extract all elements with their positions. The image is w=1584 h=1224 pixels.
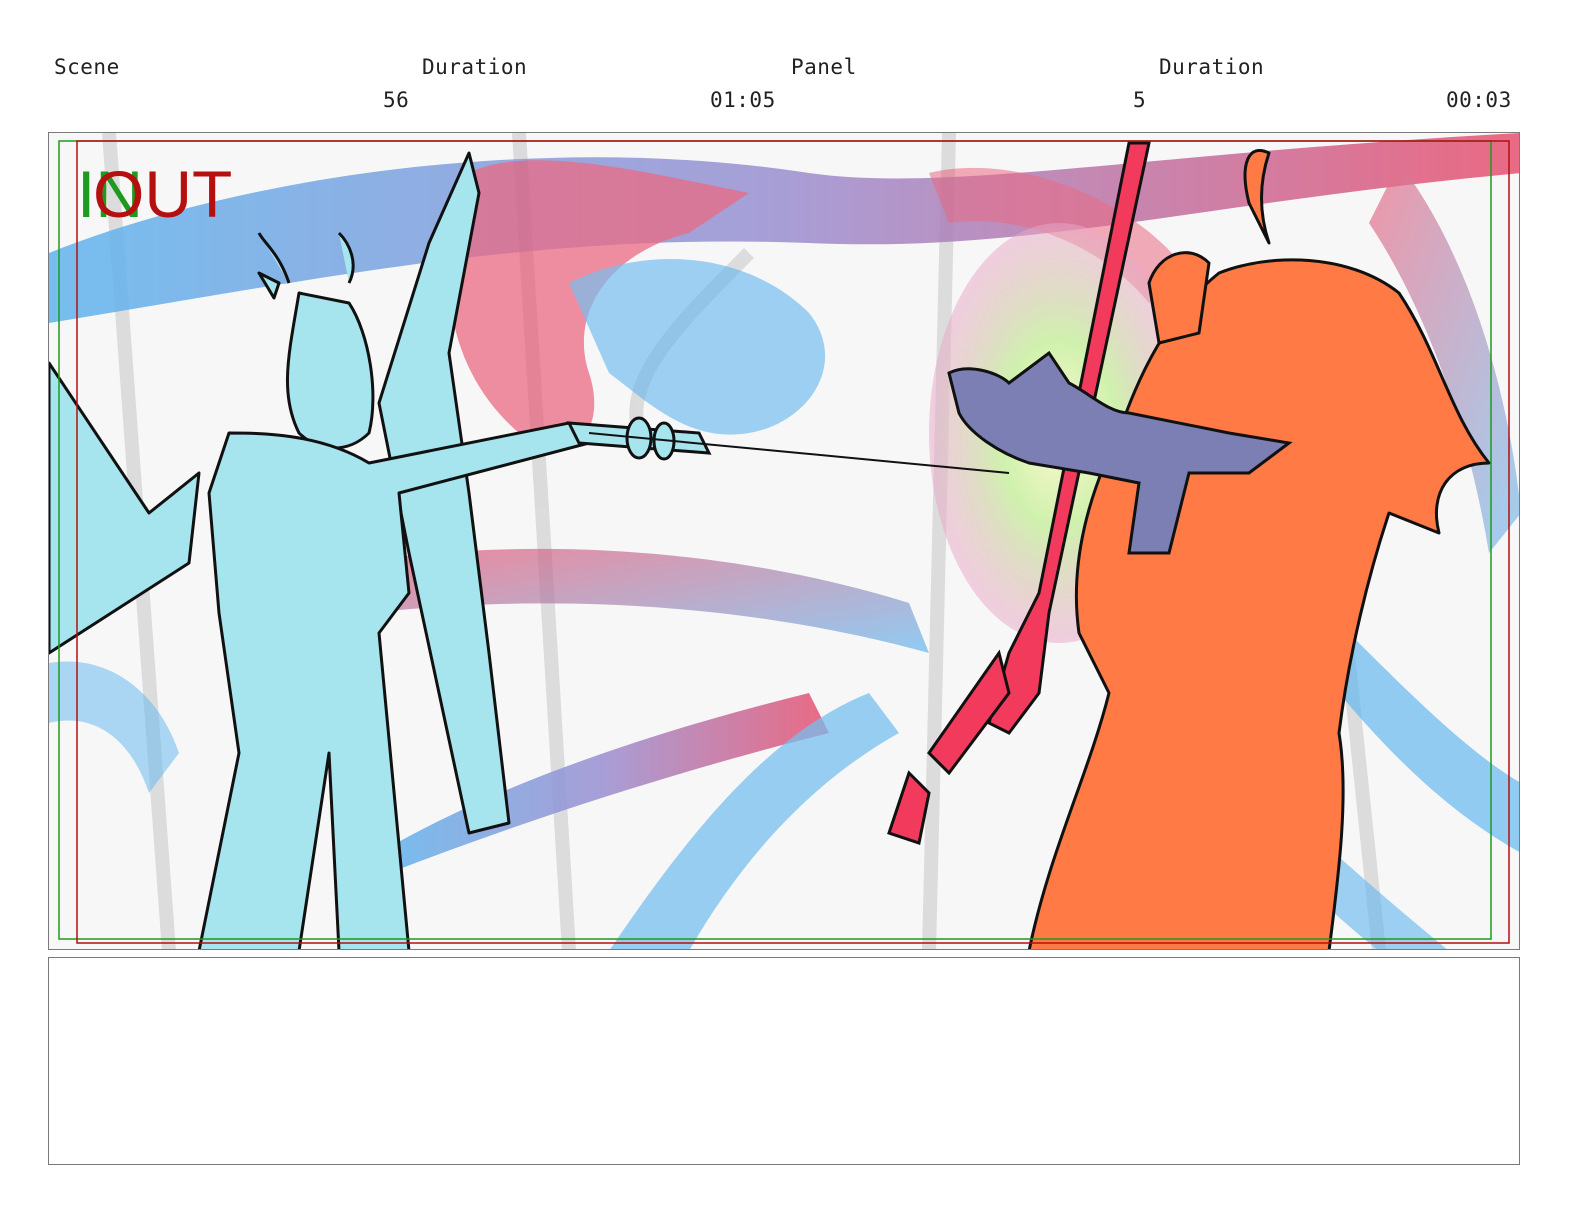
panel-duration-label: Duration (1159, 55, 1265, 79)
panel-duration-value: 00:03 (1446, 88, 1512, 112)
storyboard-drawing (49, 133, 1519, 949)
storyboard-frame: IN OUT (48, 132, 1520, 950)
scene-label: Scene (54, 55, 120, 79)
scene-number: 56 (383, 88, 410, 112)
scene-duration-label: Duration (422, 55, 528, 79)
scene-duration-value: 01:05 (710, 88, 776, 112)
panel-label: Panel (791, 55, 857, 79)
panel-notes-box[interactable] (48, 957, 1520, 1165)
out-marker: OUT (93, 157, 233, 231)
panel-number: 5 (1133, 88, 1147, 112)
